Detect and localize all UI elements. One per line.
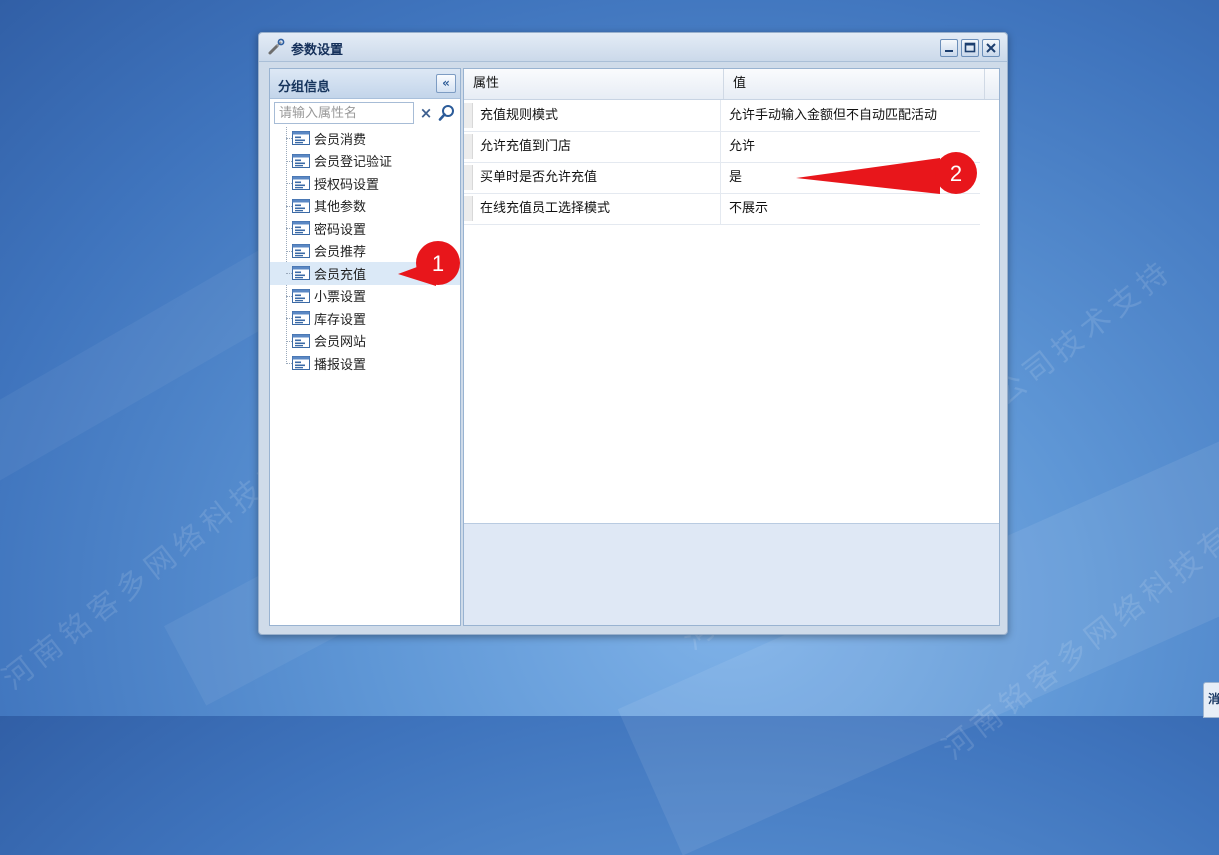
double-chevron-left-icon: « — [442, 76, 450, 90]
tree-connector — [286, 318, 292, 319]
settings-window: 参数设置 分组信息 « × — [258, 32, 1008, 635]
annotation-marker-2: 2 — [796, 152, 977, 194]
row-handle — [464, 103, 473, 128]
tree-item[interactable]: 其他参数 — [270, 195, 460, 218]
group-panel: 分组信息 « × 会员消费会员登记验证授权码设置其他参数密码设置会员推荐会员充值… — [269, 68, 461, 626]
tree-item-label: 会员充值 — [314, 267, 367, 283]
grid-header: 属性 值 — [464, 69, 999, 100]
column-header-value[interactable]: 值 — [724, 69, 985, 99]
column-header-spacer — [985, 69, 999, 99]
tree-connector — [286, 273, 292, 274]
tree-connector — [286, 340, 292, 342]
desktop: { "window": { "title": "参数设置", "controls… — [0, 0, 1219, 855]
side-tab-label: 消 — [1207, 692, 1219, 706]
tree-item[interactable]: 会员消费 — [270, 127, 460, 150]
row-handle — [464, 165, 473, 190]
list-settings-icon — [292, 153, 310, 168]
window-title: 参数设置 — [291, 43, 344, 58]
side-tab[interactable]: 消 — [1203, 682, 1219, 718]
cell-divider — [720, 162, 721, 193]
tree-item-label: 库存设置 — [314, 312, 367, 328]
collapse-button[interactable]: « — [436, 74, 456, 93]
property-cell: 允许充值到门店 — [480, 139, 572, 154]
cell-divider — [720, 100, 721, 131]
maximize-button[interactable] — [961, 39, 979, 57]
list-settings-icon — [292, 356, 310, 371]
property-cell: 在线充值员工选择模式 — [480, 201, 611, 216]
tree-connector — [286, 183, 292, 184]
list-settings-icon — [292, 266, 310, 281]
tree-item-label: 小票设置 — [314, 290, 367, 306]
cell-divider — [720, 131, 721, 162]
tree-item-label: 播报设置 — [314, 357, 367, 373]
cell-divider — [720, 193, 721, 224]
list-settings-icon — [292, 333, 310, 348]
clear-icon: × — [419, 104, 433, 122]
tree-item-label: 会员消费 — [314, 132, 367, 148]
annotation-marker-1: 1 — [398, 241, 460, 286]
value-cell[interactable]: 不展示 — [729, 193, 979, 224]
row-handle — [464, 196, 473, 221]
tree-item[interactable]: 会员登记验证 — [270, 150, 460, 173]
close-button[interactable] — [982, 39, 1000, 57]
minimize-icon — [945, 50, 953, 52]
maximize-icon — [964, 42, 976, 53]
tree-item-label: 其他参数 — [314, 200, 367, 216]
list-settings-icon — [292, 198, 310, 213]
annotation-number-1: 1 — [432, 251, 444, 276]
table-row[interactable]: 在线充值员工选择模式 不展示 — [464, 193, 980, 225]
value-cell[interactable]: 允许手动输入金额但不自动匹配活动 — [729, 100, 979, 131]
tree-connector — [286, 295, 292, 297]
property-description-area — [464, 523, 999, 625]
tree-item[interactable]: 会员网站 — [270, 330, 460, 353]
tree-item[interactable]: 库存设置 — [270, 307, 460, 330]
property-cell: 买单时是否允许充值 — [480, 170, 598, 185]
annotation-number-2: 2 — [950, 161, 962, 186]
tree-connector — [286, 205, 292, 207]
tree-item-label: 会员网站 — [314, 335, 367, 351]
tree-connector — [286, 228, 292, 229]
tree-item-label: 会员推荐 — [314, 245, 367, 261]
tree-item-label: 授权码设置 — [314, 177, 380, 193]
clear-search-button[interactable]: × — [418, 104, 434, 122]
list-settings-icon — [292, 131, 310, 146]
tree-connector — [286, 363, 292, 364]
group-panel-header: 分组信息 « — [270, 69, 460, 99]
tree-connector — [286, 138, 292, 139]
column-header-property[interactable]: 属性 — [464, 69, 724, 99]
tree-item[interactable]: 授权码设置 — [270, 172, 460, 195]
tree-item-label: 密码设置 — [314, 222, 367, 238]
close-icon — [986, 43, 996, 53]
list-settings-icon — [292, 176, 310, 191]
search-row: × — [270, 99, 460, 127]
property-search-input[interactable] — [274, 102, 414, 124]
wrench-icon — [268, 38, 285, 55]
row-handle — [464, 134, 473, 159]
search-icon[interactable] — [438, 103, 456, 123]
window-titlebar[interactable]: 参数设置 — [259, 33, 1007, 62]
list-settings-icon — [292, 288, 310, 303]
list-settings-icon — [292, 221, 310, 236]
property-cell: 充值规则模式 — [480, 108, 559, 123]
tree-connector — [286, 250, 292, 252]
tree-connector — [286, 160, 292, 162]
table-row[interactable]: 充值规则模式 允许手动输入金额但不自动匹配活动 — [464, 100, 980, 132]
list-settings-icon — [292, 311, 310, 326]
tree-item[interactable]: 密码设置 — [270, 217, 460, 240]
list-settings-icon — [292, 243, 310, 258]
tree-item-label: 会员登记验证 — [314, 155, 393, 171]
minimize-button[interactable] — [940, 39, 958, 57]
tree-item[interactable]: 播报设置 — [270, 352, 460, 375]
group-panel-title: 分组信息 — [278, 80, 331, 95]
